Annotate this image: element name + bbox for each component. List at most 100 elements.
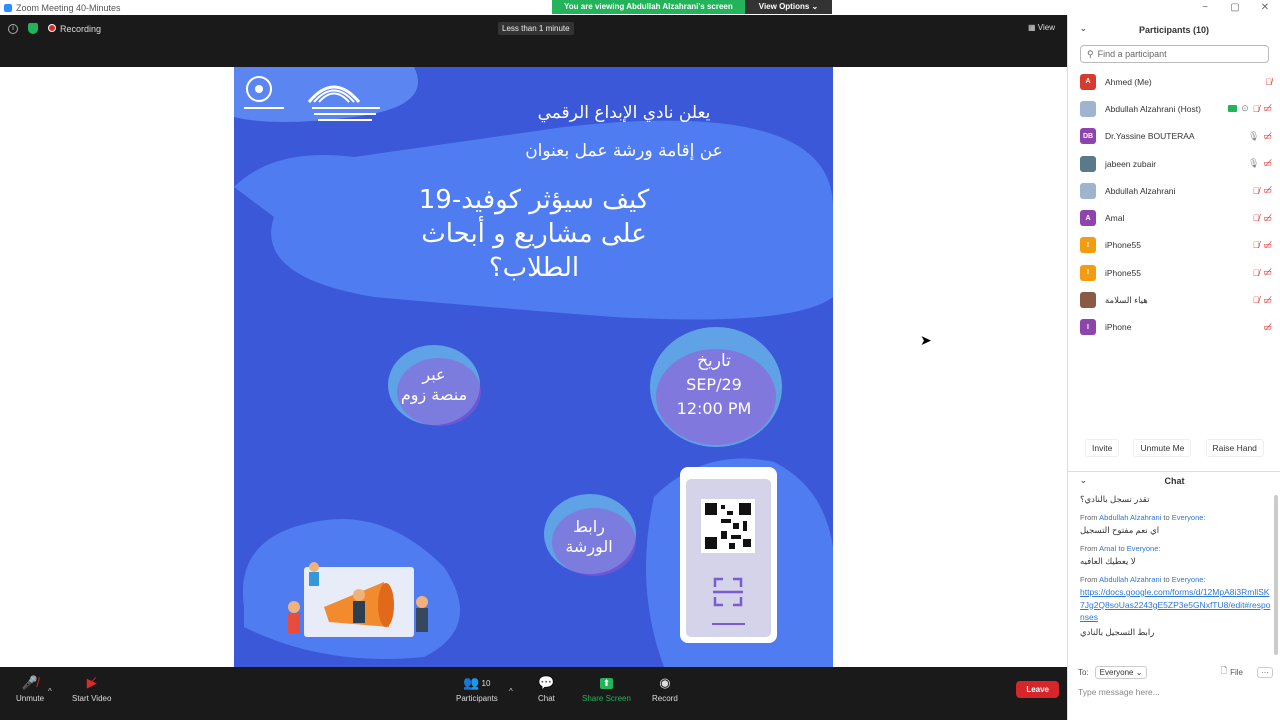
chat-message: تقدر نسجل بالنادي؟ — [1080, 494, 1272, 505]
participants-icon: 👥 10 — [463, 675, 491, 690]
chat-label: Chat — [538, 694, 555, 703]
minimize-icon[interactable]: − — [1190, 0, 1220, 15]
file-button[interactable]: 🗋 File — [1221, 665, 1243, 679]
window-title-text: Zoom Meeting 40-Minutes — [16, 2, 121, 13]
meeting-area: i Recording Less than 1 minute ▦ View يع… — [0, 15, 1067, 720]
mouse-cursor-icon: ➤ — [920, 332, 932, 348]
record-dot-icon — [48, 23, 56, 32]
poster-link-2: الورشة — [565, 537, 613, 556]
message-sender[interactable]: Abdullah Alzahrani — [1099, 513, 1161, 522]
message-link[interactable]: https://docs.google.com/forms/d/12MpA8i3… — [1080, 586, 1272, 624]
avatar — [1080, 100, 1096, 117]
muted-mic-icon: 🎙̸ — [1252, 267, 1260, 278]
view-options-button[interactable]: View Options ⌄ — [744, 0, 833, 14]
leave-button[interactable]: Leave — [1016, 681, 1059, 698]
participant-search-input[interactable]: ⚲ Find a participant — [1080, 45, 1269, 63]
unmute-me-button[interactable]: Unmute Me — [1133, 439, 1192, 457]
participant-name: iPhone55 — [1105, 267, 1141, 278]
unmute-label: Unmute — [16, 694, 45, 703]
collapse-participants-icon[interactable]: ⌄ — [1080, 24, 1087, 33]
muted-mic-icon: 🎙̸ — [1265, 76, 1272, 87]
recipient-select[interactable]: Everyone ⌄ — [1094, 665, 1148, 679]
participant-row[interactable]: IiPhone55 🎙̸ ▭̸ — [1068, 259, 1280, 286]
audio-options-chevron-icon[interactable]: ^ — [48, 687, 52, 696]
message-to-label: to — [1163, 575, 1170, 584]
record-button[interactable]: ◉ Record — [652, 675, 678, 703]
chat-message: From Abdullah Alzahrani to Everyone: اي ن… — [1080, 513, 1272, 536]
participant-status-icons: 🎙̸ ▭̸ — [1253, 295, 1272, 306]
muted-mic-icon: 🎙̸ — [1252, 185, 1260, 196]
video-off-icon: ▭̸ — [1263, 321, 1272, 332]
message-sender[interactable]: Amal — [1099, 544, 1116, 553]
participant-status-icons: 🎙 ▭̸ — [1248, 158, 1272, 169]
view-button[interactable]: ▦ View — [1028, 23, 1055, 32]
message-recipient[interactable]: Everyone: — [1127, 544, 1161, 553]
participant-status-icons: 🎙̸ ▭̸ — [1253, 267, 1272, 278]
message-recipient[interactable]: Everyone: — [1172, 513, 1206, 522]
muted-mic-icon: 🎙̸ — [1252, 213, 1260, 224]
message-to-label: to — [1118, 544, 1125, 553]
participant-status-icons: ▭̸ — [1263, 322, 1272, 333]
participant-status-icons: 🎙̸ — [1265, 77, 1272, 87]
avatar — [1080, 292, 1096, 309]
participants-title: Participants (10) — [1138, 25, 1210, 35]
participant-row[interactable]: Abdullah Alzahrani 🎙̸ ▭̸ — [1068, 177, 1280, 204]
raise-hand-button[interactable]: Raise Hand — [1205, 439, 1264, 457]
participant-status-icons: 🎙 ▭̸ — [1248, 131, 1272, 142]
avatar — [1080, 155, 1096, 172]
participant-row[interactable]: jabeen zubair 🎙 ▭̸ — [1068, 150, 1280, 177]
participant-row[interactable]: IiPhone55 🎙̸ ▭̸ — [1068, 232, 1280, 259]
meeting-timer: Less than 1 minute — [498, 22, 574, 35]
message-text: اي نعم مفتوح التسجيل — [1080, 525, 1160, 535]
avatar: A — [1080, 73, 1096, 90]
video-off-icon: ▶̸ — [86, 675, 97, 690]
unmute-button[interactable]: 🎤̸ Unmute — [16, 675, 44, 703]
poster-title-1: كيف سيؤثر كوفيد-19 — [418, 185, 650, 215]
window-title: Zoom Meeting 40-Minutes — [0, 3, 121, 13]
close-icon[interactable]: ✕ — [1250, 0, 1280, 15]
phone-home-bar — [712, 623, 745, 625]
participants-button[interactable]: 👥 10 Participants — [456, 675, 498, 703]
start-video-label: Start Video — [72, 694, 112, 703]
message-sender[interactable]: Abdullah Alzahrani — [1099, 575, 1161, 584]
participant-row[interactable]: A Ahmed (Me) 🎙̸ — [1068, 68, 1280, 95]
share-screen-button[interactable]: ⬆ Share Screen — [582, 675, 631, 703]
maximize-icon[interactable]: ▢ — [1220, 0, 1250, 15]
chat-message: From Abdullah Alzahrani to Everyone: http… — [1080, 575, 1272, 638]
poster-line-1: يعلن نادي الإبداع الرقمي — [537, 103, 711, 123]
participant-row[interactable]: هياء السلامة 🎙̸ ▭̸ — [1068, 286, 1280, 313]
share-screen-label: Share Screen — [582, 694, 631, 703]
participant-row[interactable]: DB Dr.Yassine BOUTERAA 🎙 ▭̸ — [1068, 123, 1280, 150]
info-icon[interactable]: i — [8, 23, 18, 34]
chat-title: Chat — [1164, 475, 1185, 486]
meeting-info: i Recording — [8, 23, 101, 34]
participant-status-icons: 🎙̸ ▭̸ — [1253, 185, 1272, 196]
file-label: File — [1230, 667, 1243, 677]
start-video-button[interactable]: ▶̸ Start Video — [72, 675, 111, 703]
search-placeholder: Find a participant — [1097, 49, 1167, 59]
poster-title-2: على مشاريع و أبحاث — [421, 219, 647, 249]
participants-chevron-icon[interactable]: ^ — [509, 687, 513, 696]
participant-row[interactable]: A Amal 🎙̸ ▭̸ — [1068, 204, 1280, 231]
message-recipient[interactable]: Everyone: — [1172, 575, 1206, 584]
participant-row[interactable]: Abdullah Alzahrani (Host) ⊙ 🎙̸ ▭̸ — [1068, 95, 1280, 122]
collapse-chat-icon[interactable]: ⌄ — [1080, 476, 1087, 485]
participant-status-icons: 🎙̸ ▭̸ — [1253, 213, 1272, 224]
avatar: I — [1080, 237, 1096, 254]
viewing-banner: You are viewing Abdullah Alzahrani's scr… — [552, 0, 745, 14]
video-off-icon: ▭̸ — [1263, 212, 1272, 223]
chat-button[interactable]: 💬 Chat — [538, 675, 555, 703]
message-sender-line: From Abdullah Alzahrani to Everyone: — [1080, 575, 1272, 584]
participant-name: Ahmed (Me) — [1105, 76, 1152, 87]
invite-button[interactable]: Invite — [1085, 439, 1120, 457]
more-options-button[interactable]: ··· — [1257, 666, 1273, 678]
chat-message-input[interactable]: Type message here... — [1078, 687, 1160, 697]
participant-row[interactable]: IiPhone ▭̸ — [1068, 314, 1280, 341]
chat-scrollbar[interactable] — [1274, 495, 1278, 655]
participant-name: Amal — [1105, 213, 1125, 224]
chat-messages: تقدر نسجل بالنادي؟ From Abdullah Alzahran… — [1080, 491, 1272, 651]
video-off-icon: ▭̸ — [1263, 158, 1272, 169]
shield-icon[interactable] — [28, 23, 38, 34]
share-screen-icon: ⬆ — [599, 675, 614, 691]
video-off-icon: ▭̸ — [1263, 130, 1272, 141]
